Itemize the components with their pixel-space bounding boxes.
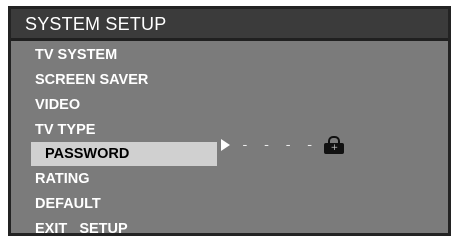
menu-item-exit-setup[interactable]: EXIT SETUP xyxy=(35,217,128,241)
triangle-right-icon xyxy=(221,139,230,151)
menu-item-tv-type[interactable]: TV TYPE xyxy=(35,118,95,142)
title-bar: SYSTEM SETUP xyxy=(11,9,448,41)
password-submenu: - - - - xyxy=(221,133,345,157)
menu-item-rating[interactable]: RATING xyxy=(35,167,90,191)
password-input[interactable]: - - - - xyxy=(241,138,317,153)
menu-item-default[interactable]: DEFAULT xyxy=(35,192,101,216)
menu-item-password[interactable]: PASSWORD xyxy=(31,142,217,166)
menu-item-tv-system[interactable]: TV SYSTEM xyxy=(35,43,117,67)
system-setup-osd: SYSTEM SETUP TV SYSTEM SCREEN SAVER VIDE… xyxy=(8,6,451,237)
menu-title: SYSTEM SETUP xyxy=(25,14,167,34)
menu-item-screen-saver[interactable]: SCREEN SAVER xyxy=(35,68,148,92)
menu-item-video[interactable]: VIDEO xyxy=(35,93,80,117)
lock-icon xyxy=(323,136,345,154)
